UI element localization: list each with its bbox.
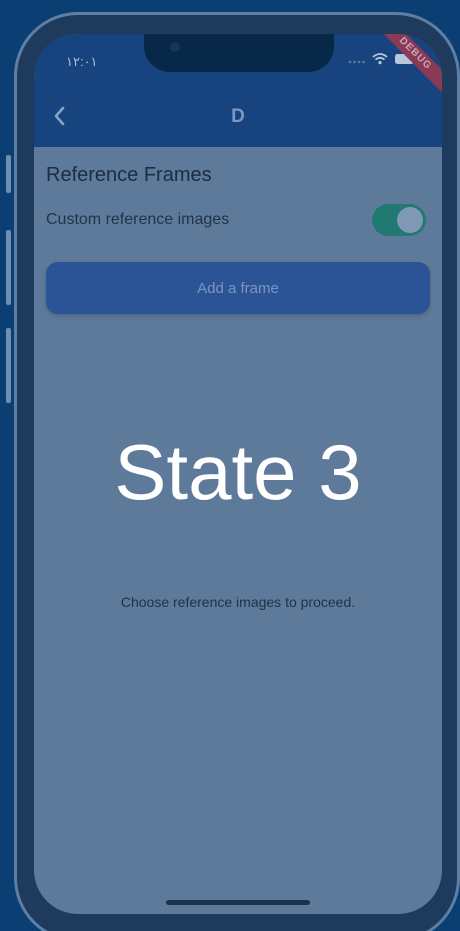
volume-up-button bbox=[6, 230, 11, 305]
add-frame-button[interactable]: Add a frame bbox=[46, 262, 430, 314]
custom-reference-toggle[interactable] bbox=[372, 204, 426, 236]
toggle-knob bbox=[397, 207, 423, 233]
volume-down-button bbox=[6, 328, 11, 403]
wifi-icon bbox=[372, 52, 388, 70]
status-time: ۱۲:۰۱ bbox=[66, 54, 98, 69]
home-indicator[interactable] bbox=[166, 900, 310, 905]
front-camera-icon bbox=[170, 42, 180, 52]
section-title: Reference Frames bbox=[46, 164, 212, 186]
app-bar: ۱۲:۰۱ DEBUG D bbox=[34, 34, 442, 147]
signal-dots-icon bbox=[348, 52, 366, 70]
phone-screen: ۱۲:۰۱ DEBUG D Reference Frames Custom re… bbox=[34, 34, 442, 914]
device-frame-stage: ۱۲:۰۱ DEBUG D Reference Frames Custom re… bbox=[0, 0, 460, 931]
state-overlay-label: State 3 bbox=[114, 428, 362, 516]
page-title: D bbox=[231, 106, 245, 127]
notch bbox=[144, 34, 334, 72]
toggle-label: Custom reference images bbox=[46, 211, 230, 228]
hint-text: Choose reference images to proceed. bbox=[120, 594, 356, 610]
mute-switch bbox=[6, 155, 11, 193]
